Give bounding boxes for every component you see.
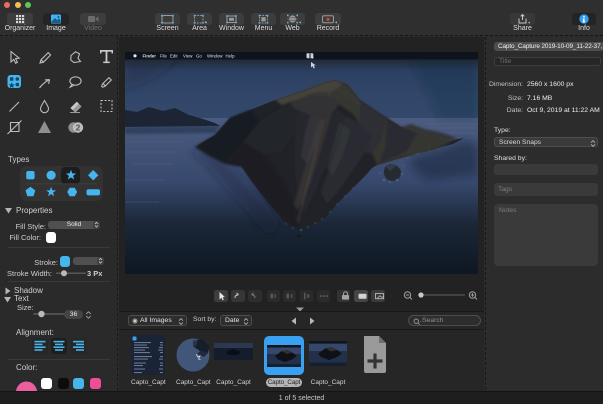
svg-text:View: View xyxy=(183,53,193,58)
svg-text:Help: Help xyxy=(225,53,235,58)
svg-text:Finder: Finder xyxy=(142,53,156,58)
svg-text:2: 2 xyxy=(76,123,81,133)
svg-text:Window: Window xyxy=(207,53,223,58)
svg-text:Go: Go xyxy=(196,53,202,58)
svg-text:File: File xyxy=(159,53,167,58)
svg-text:Edit: Edit xyxy=(170,53,178,58)
